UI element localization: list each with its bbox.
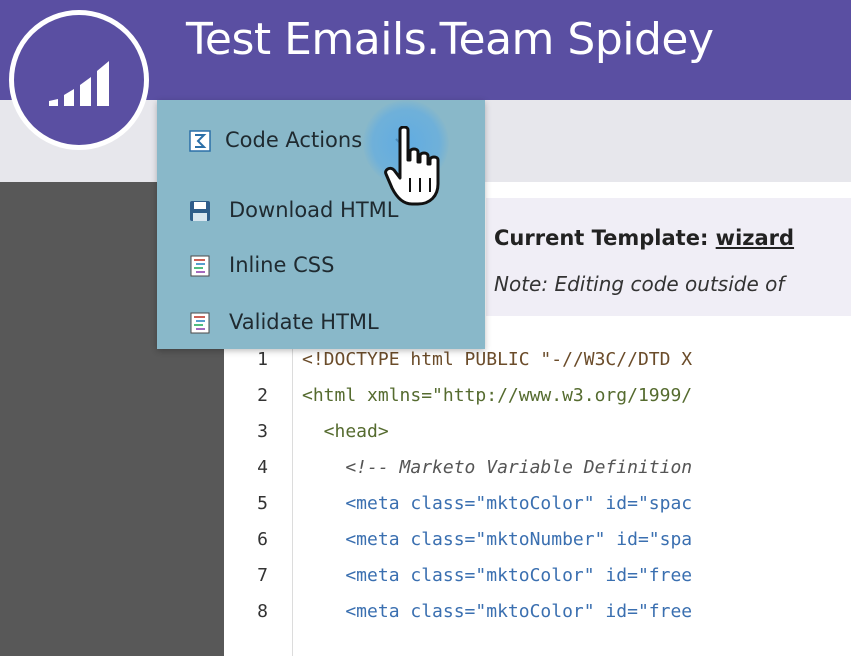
code-text: <head> <box>302 421 389 442</box>
code-editor[interactable]: 1 <!DOCTYPE html PUBLIC "-//W3C//DTD X 2… <box>224 342 851 656</box>
menu-item-inline-css[interactable]: Inline CSS <box>157 247 485 287</box>
code-actions-label: Code Actions <box>225 128 363 152</box>
code-line: 6 <meta class="mktoNumber" id="spa <box>224 522 851 558</box>
hand-cursor-icon <box>384 126 440 206</box>
code-line: 4 <!-- Marketo Variable Definition <box>224 450 851 486</box>
menu-item-label: Download HTML <box>229 198 399 222</box>
line-number: 8 <box>257 601 268 622</box>
code-line: 5 <meta class="mktoColor" id="spac <box>224 486 851 522</box>
line-number: 7 <box>257 565 268 586</box>
template-link[interactable]: wizard <box>716 226 794 250</box>
code-text: <meta class="mktoColor" id="spac <box>302 493 693 514</box>
code-text: <meta class="mktoNumber" id="spa <box>302 529 693 550</box>
line-number: 3 <box>257 421 268 442</box>
logo-bars-icon <box>49 61 109 106</box>
line-number: 4 <box>257 457 268 478</box>
code-file-icon <box>190 312 210 334</box>
line-number: 2 <box>257 385 268 406</box>
marketo-logo[interactable] <box>9 10 149 150</box>
floppy-disk-icon <box>190 201 210 221</box>
code-actions-icon <box>189 130 211 152</box>
menu-item-validate-html[interactable]: Validate HTML <box>157 304 485 344</box>
current-template-line: Current Template: wizard <box>494 226 794 250</box>
page-title: Test Emails.Team Spidey <box>186 14 714 65</box>
line-number: 5 <box>257 493 268 514</box>
code-line: 8 <meta class="mktoColor" id="free <box>224 594 851 630</box>
code-file-icon <box>190 255 210 277</box>
code-text: <!DOCTYPE html PUBLIC "-//W3C//DTD X <box>302 349 693 370</box>
code-text: <!-- Marketo Variable Definition <box>302 457 693 478</box>
editing-note: Note: Editing code outside of <box>494 272 785 296</box>
line-number: 6 <box>257 529 268 550</box>
code-text: <meta class="mktoColor" id="free <box>302 565 693 586</box>
template-info-bar <box>486 198 851 316</box>
template-label: Current Template: <box>494 226 709 250</box>
code-line: 7 <meta class="mktoColor" id="free <box>224 558 851 594</box>
menu-item-label: Inline CSS <box>229 253 335 277</box>
line-number: 1 <box>257 349 268 370</box>
code-line: 2 <html xmlns="http://www.w3.org/1999/ <box>224 378 851 414</box>
code-line: 3 <head> <box>224 414 851 450</box>
code-text: <html xmlns="http://www.w3.org/1999/ <box>302 385 693 406</box>
code-text: <meta class="mktoColor" id="free <box>302 601 693 622</box>
menu-item-label: Validate HTML <box>229 310 379 334</box>
